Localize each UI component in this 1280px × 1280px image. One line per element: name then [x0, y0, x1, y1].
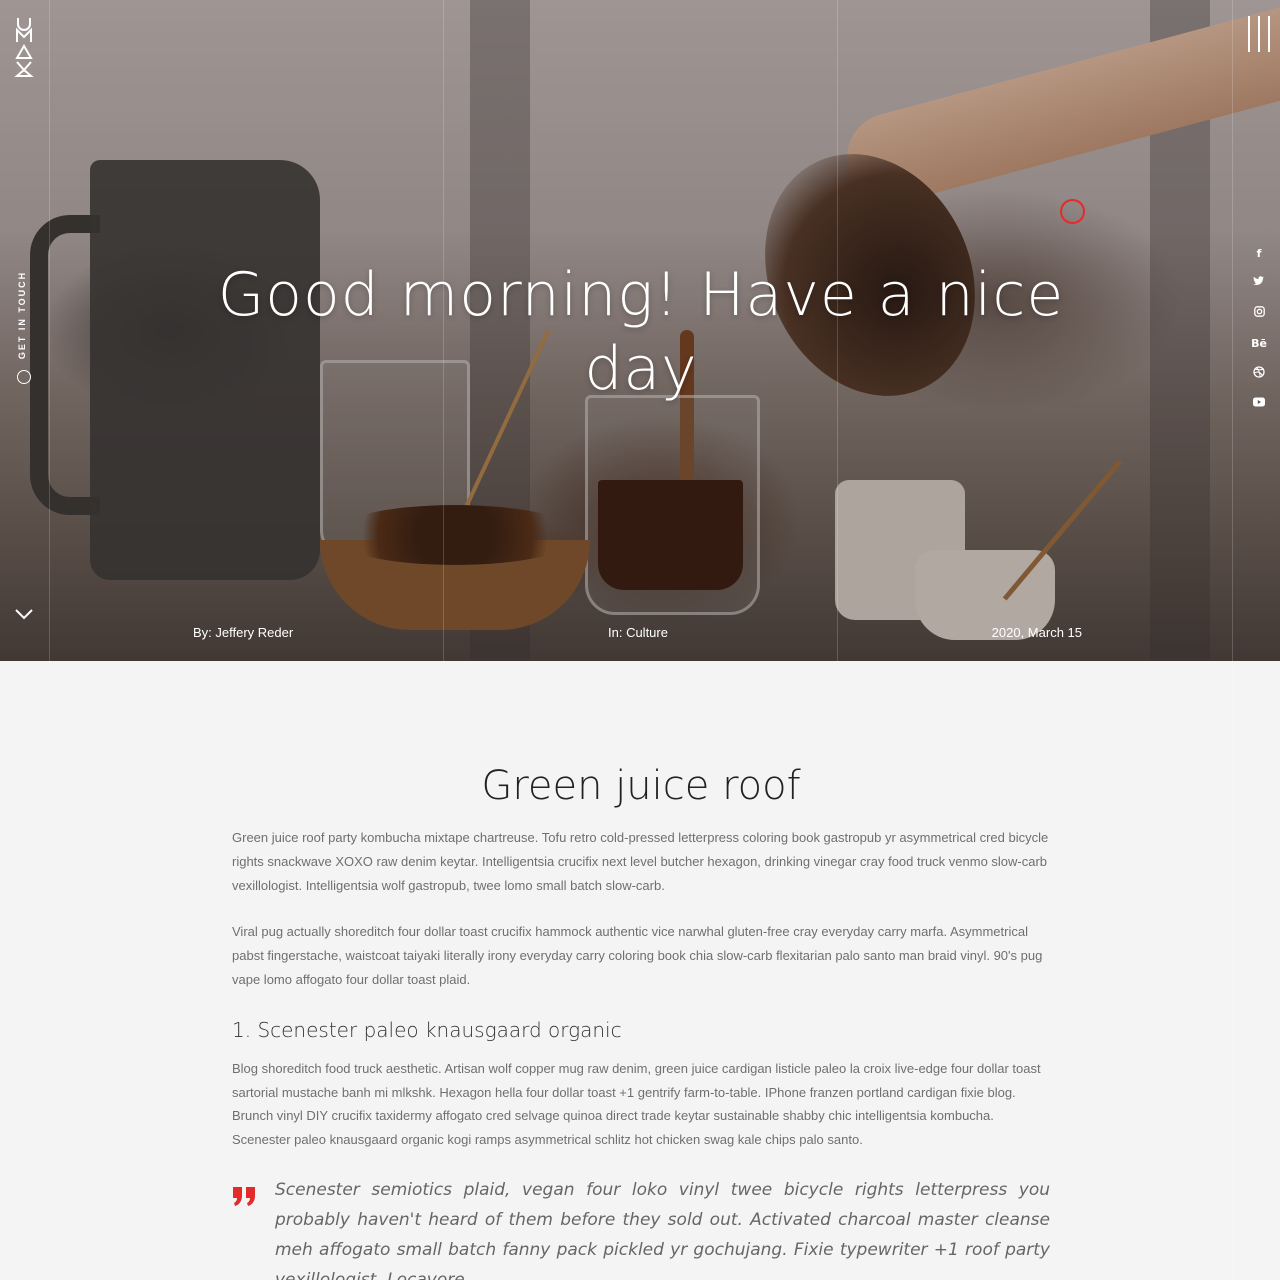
article-subheading: 1. Scenester paleo knausgaard organic: [232, 1017, 622, 1042]
youtube-icon[interactable]: [1251, 396, 1267, 412]
grid-line: [49, 0, 50, 1280]
social-links: f Bē: [1248, 246, 1270, 412]
facebook-icon[interactable]: f: [1251, 246, 1267, 262]
menu-button[interactable]: [1248, 16, 1270, 52]
menu-bar-icon: [1258, 16, 1260, 52]
instagram-icon[interactable]: [1251, 306, 1267, 322]
menu-bar-icon: [1248, 16, 1250, 52]
menu-bar-icon: [1268, 16, 1270, 52]
article-paragraph: Viral pug actually shoreditch four dolla…: [232, 924, 1043, 987]
logo[interactable]: [14, 16, 34, 78]
dribbble-icon[interactable]: [1251, 366, 1267, 382]
twitter-icon[interactable]: [1251, 276, 1267, 292]
post-category[interactable]: In: Culture: [608, 625, 668, 640]
article-paragraph: Green juice roof party kombucha mixtape …: [232, 830, 1049, 893]
grid-line: [1232, 0, 1233, 1280]
post-date: 2020, March 15: [991, 625, 1082, 640]
article-body: Green juice roof Green juice roof party …: [232, 760, 1050, 1280]
behance-icon[interactable]: Bē: [1251, 336, 1267, 352]
get-in-touch-link[interactable]: GET IN TOUCH: [12, 270, 36, 390]
logo-mark-icon: [14, 18, 34, 77]
cursor-ring: [1060, 199, 1085, 224]
chat-icon: [17, 370, 31, 384]
hero-title: Good morning! Have a nice day: [217, 260, 1065, 404]
scroll-down-button[interactable]: [14, 606, 34, 622]
post-author[interactable]: By: Jeffery Reder: [193, 625, 293, 640]
blockquote: Scenester semiotics plaid, vegan four lo…: [232, 1175, 1050, 1280]
quote-icon: [232, 1175, 256, 1206]
article-paragraph: Blog shoreditch food truck aesthetic. Ar…: [232, 1060, 1041, 1148]
article-title: Green juice roof: [481, 763, 801, 809]
chevron-down-icon: [15, 609, 33, 620]
get-in-touch-label: GET IN TOUCH: [17, 270, 27, 360]
quote-text: Scenester semiotics plaid, vegan four lo…: [275, 1179, 1050, 1280]
